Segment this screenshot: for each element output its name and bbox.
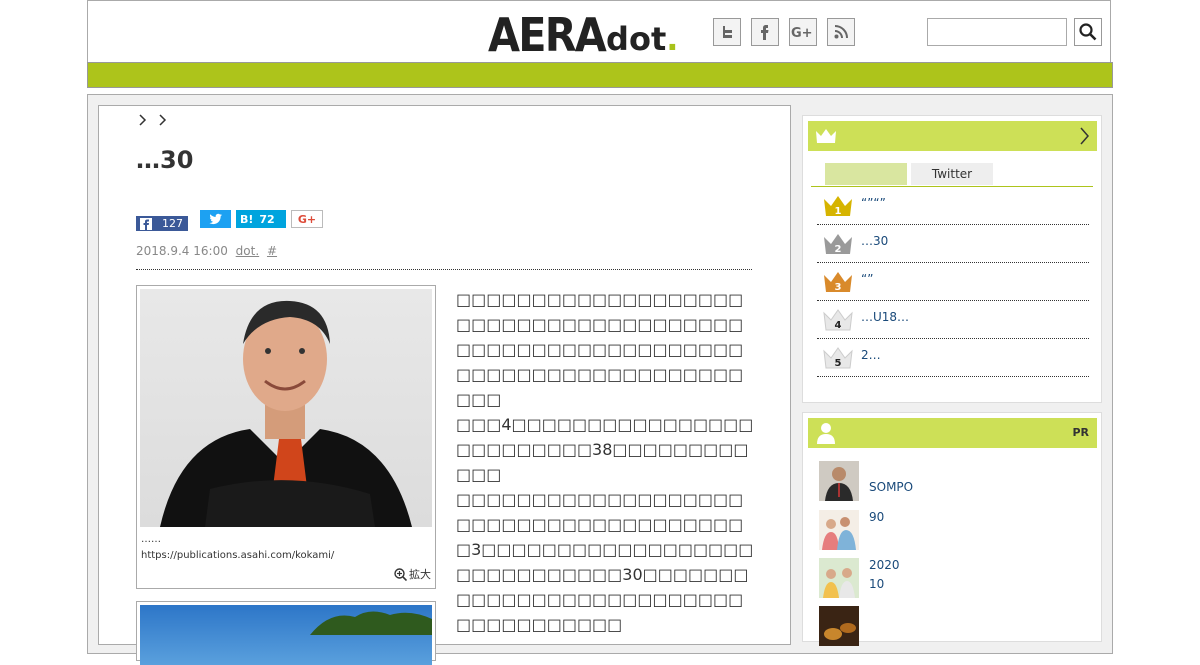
hatena-bookmark-button[interactable]: B! 72 — [236, 210, 286, 228]
ranking-item[interactable]: 3 “” — [817, 263, 1089, 301]
pr-thumbnail — [819, 461, 859, 501]
article-photo[interactable] — [140, 289, 432, 527]
twitter-icon[interactable] — [713, 18, 741, 46]
twitter-icon — [209, 213, 222, 225]
ranking-item-title: …U18… — [861, 310, 910, 324]
aera-dot-logo[interactable]: AERA dot. — [488, 7, 678, 59]
pr-header: PR — [808, 418, 1097, 448]
article-paragraph: □□□□□□□□□□□□□□□□□□□□□□□□□□□□□□□□□□□□□□□3… — [456, 490, 754, 634]
crown-icon — [816, 129, 836, 143]
pr-item-line: 90 — [869, 510, 885, 524]
social-links: G+ — [713, 18, 857, 46]
hatena-count: 72 — [259, 212, 275, 226]
rank-crown-icon: 3 — [824, 272, 852, 293]
tab-twitter[interactable]: Twitter — [911, 163, 993, 185]
pr-item-line: 2020 — [869, 558, 900, 572]
rank-crown-icon: 4 — [823, 309, 853, 331]
ranking-item-title: 2… — [861, 348, 881, 362]
ranking-item-title: …30 — [861, 234, 889, 248]
site-header: AERA dot. G+ — [87, 0, 1111, 62]
search-icon — [1079, 23, 1097, 41]
google-plus-icon[interactable]: G+ — [789, 18, 817, 46]
logo-main: AERA — [488, 8, 607, 62]
facebook-icon — [140, 217, 152, 230]
svg-text:4: 4 — [835, 320, 842, 331]
pr-item[interactable]: 2020 10 — [819, 558, 1089, 598]
google-plus-label: G+ — [297, 212, 317, 226]
logo-period: . — [666, 20, 679, 58]
ranking-panel: Twitter 1 “”“” 2 …30 3 “” 4 …U18… 5 2… — [802, 115, 1102, 403]
ranking-item-title: “”“” — [861, 196, 886, 210]
zoom-icon — [394, 567, 407, 581]
article-date: 2018.9.4 16:00 — [136, 244, 228, 258]
divider — [136, 269, 752, 270]
article-panel: …30 127 B! 72 G+ 2018.9.4 16:00 dot. # …… — [98, 105, 791, 665]
ranking-item[interactable]: 1 “”“” — [817, 187, 1089, 225]
nav-bar — [87, 62, 1113, 88]
twitter-share-button[interactable] — [200, 210, 231, 228]
ranking-item[interactable]: 4 …U18… — [817, 301, 1089, 339]
rank-crown-icon: 2 — [824, 234, 852, 255]
svg-text:5: 5 — [835, 358, 842, 369]
chevron-right-icon[interactable] — [1079, 127, 1089, 145]
svg-text:3: 3 — [835, 282, 842, 293]
facebook-icon[interactable] — [751, 18, 779, 46]
article-meta: 2018.9.4 16:00 dot. # — [136, 244, 277, 258]
logo-sub: dot — [606, 20, 667, 58]
rank-crown-icon: 1 — [824, 196, 852, 217]
article-photo-figure: …… https://publications.asahi.com/kokami… — [136, 285, 436, 589]
pr-thumbnail — [819, 510, 859, 550]
pr-item[interactable] — [819, 606, 1089, 646]
pr-thumbnail — [819, 606, 859, 646]
svg-text:1: 1 — [835, 206, 842, 217]
photo-url[interactable]: https://publications.asahi.com/kokami/ — [141, 550, 334, 561]
pr-item-line: 10 — [869, 577, 885, 591]
ranking-item-title: “” — [861, 272, 874, 286]
pr-label: PR — [1072, 426, 1089, 439]
article-photo-2[interactable] — [136, 601, 436, 665]
facebook-share-button[interactable]: 127 — [136, 216, 188, 231]
svg-text:G+: G+ — [791, 26, 813, 39]
svg-text:2: 2 — [835, 244, 842, 255]
photo-caption: …… — [141, 534, 161, 545]
pr-item-line: SOMPO — [869, 480, 914, 494]
pr-thumbnail — [819, 558, 859, 598]
pr-panel: PR SOMPO 90 2020 10 — [802, 412, 1102, 646]
ranking-item[interactable]: 2 …30 — [817, 225, 1089, 263]
chevron-right-icon — [139, 114, 147, 126]
ranking-item[interactable]: 5 2… — [817, 339, 1089, 377]
pr-item[interactable]: 90 — [819, 510, 1089, 550]
hatena-label: B! — [240, 212, 254, 226]
article-paragraph: □□□4□□□□□□□□□□□□□□□□□□□□□□□□□38□□□□□□□□□… — [456, 415, 754, 484]
breadcrumb — [137, 114, 167, 130]
rank-crown-icon: 5 — [823, 347, 853, 369]
person-icon — [817, 423, 835, 444]
ranking-tabs: Twitter — [825, 163, 993, 185]
rss-icon[interactable] — [827, 18, 855, 46]
hash-link[interactable]: # — [267, 244, 277, 258]
chevron-right-icon — [159, 114, 167, 126]
facebook-count: 127 — [162, 217, 183, 230]
zoom-button[interactable]: 拡大 — [394, 566, 431, 582]
ranking-header — [808, 121, 1097, 151]
article-paragraph: □□□□□□□□□□□□□□□□□□□□□□□□□□□□□□□□□□□□□□□□… — [456, 290, 744, 409]
article-source-link[interactable]: dot. — [236, 244, 259, 258]
search-button[interactable] — [1074, 18, 1102, 46]
tab-ranking[interactable] — [825, 163, 907, 185]
pr-item[interactable]: SOMPO — [819, 461, 1089, 501]
search-input[interactable] — [927, 18, 1067, 46]
zoom-label: 拡大 — [409, 568, 431, 581]
article-title: …30 — [136, 146, 194, 174]
google-plus-share-button[interactable]: G+ — [291, 210, 323, 228]
